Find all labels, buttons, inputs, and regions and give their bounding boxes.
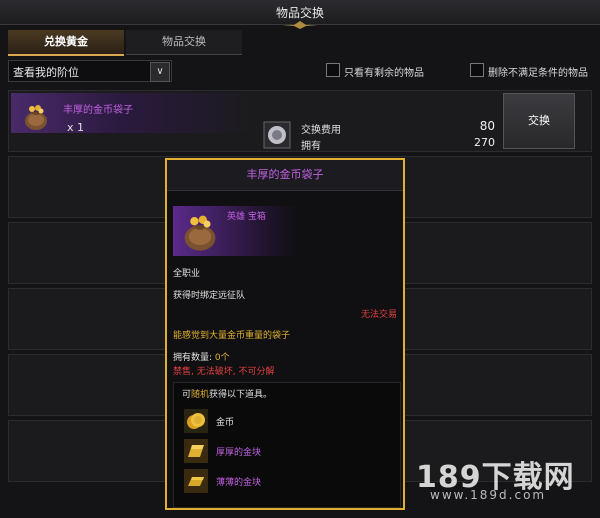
bind-info: 获得时绑定远征队 (173, 291, 246, 301)
remaining-only-label: 只看有剩余的物品 (344, 68, 424, 79)
filter-bar: 查看我的阶位 ∨ 只看有剩余的物品 删除不满足条件的物品 (8, 60, 598, 82)
title-ornament-icon (282, 21, 318, 29)
tier-dropdown-value: 查看我的阶位 (13, 66, 79, 79)
owned-count: 拥有数量: 0个 (173, 350, 230, 363)
tab-bar: 兑换黄金 物品交换 (8, 30, 242, 56)
owned-count-label: 拥有数量: (173, 353, 213, 363)
reward-label: 薄薄的金块 (216, 478, 262, 488)
item-restrictions: 禁售, 无法破坏, 不可分解 (173, 367, 275, 377)
gold-bag-icon (25, 105, 47, 130)
exchange-button[interactable]: 交换 (503, 93, 575, 149)
chevron-down-icon[interactable]: ∨ (150, 62, 170, 82)
item-quantity: x 1 (67, 121, 85, 134)
window-title: 物品交换 (275, 6, 324, 20)
gold-ingot-icon (184, 439, 208, 463)
trade-status: 无法交易 (360, 310, 397, 320)
gold-coin-icon (184, 409, 208, 433)
window-titlebar: 物品交换 (0, 0, 600, 29)
owned-count-value: 0个 (214, 353, 230, 363)
item-slot[interactable]: 丰厚的金币袋子 x 1 (11, 93, 257, 134)
item-grade-type: 英雄 宝箱 (227, 212, 266, 222)
tier-dropdown[interactable]: 查看我的阶位 ∨ (8, 60, 172, 82)
item-tooltip: 丰厚的金币袋子 英雄 宝箱 全职业 获得时绑定远征队 无法交易 能感觉到大量金币… (165, 158, 405, 510)
hide-unmet-checkbox[interactable] (470, 63, 484, 77)
reward-box: 可随机获得以下道具。 金币 厚厚的金块 薄薄的金块 (173, 382, 401, 508)
owned-value: 270 (474, 136, 495, 149)
cost-label: 交换费用 (301, 125, 341, 136)
reward-header-post: 获得以下道具。 (209, 390, 273, 400)
reward-header-random: 随机 (191, 390, 210, 400)
list-item[interactable]: 丰厚的金币袋子 x 1 交换费用 80 拥有 270 交换 (8, 90, 592, 152)
tab-item-exchange[interactable]: 物品交换 (126, 30, 242, 55)
reward-label: 厚厚的金块 (216, 448, 262, 458)
hide-unmet-label: 删除不满足条件的物品 (488, 68, 588, 79)
item-name: 丰厚的金币袋子 (63, 105, 133, 116)
owned-label: 拥有 (301, 141, 321, 152)
gold-ingot-icon (184, 469, 208, 493)
class-requirement: 全职业 (173, 269, 201, 279)
cost-value: 80 (479, 119, 495, 133)
tooltip-title: 丰厚的金币袋子 (167, 160, 403, 191)
remaining-only-checkbox[interactable] (326, 63, 340, 77)
currency-icon (263, 121, 291, 149)
reward-header: 可随机获得以下道具。 (182, 387, 272, 400)
item-description: 能感觉到大量金币重量的袋子 (173, 331, 291, 341)
watermark-url: www.189d.com (430, 488, 547, 502)
gold-bag-icon (184, 215, 216, 251)
reward-header-pre: 可 (182, 390, 192, 400)
reward-label: 金币 (216, 418, 235, 428)
tab-exchange-gold[interactable]: 兑换黄金 (8, 30, 124, 56)
